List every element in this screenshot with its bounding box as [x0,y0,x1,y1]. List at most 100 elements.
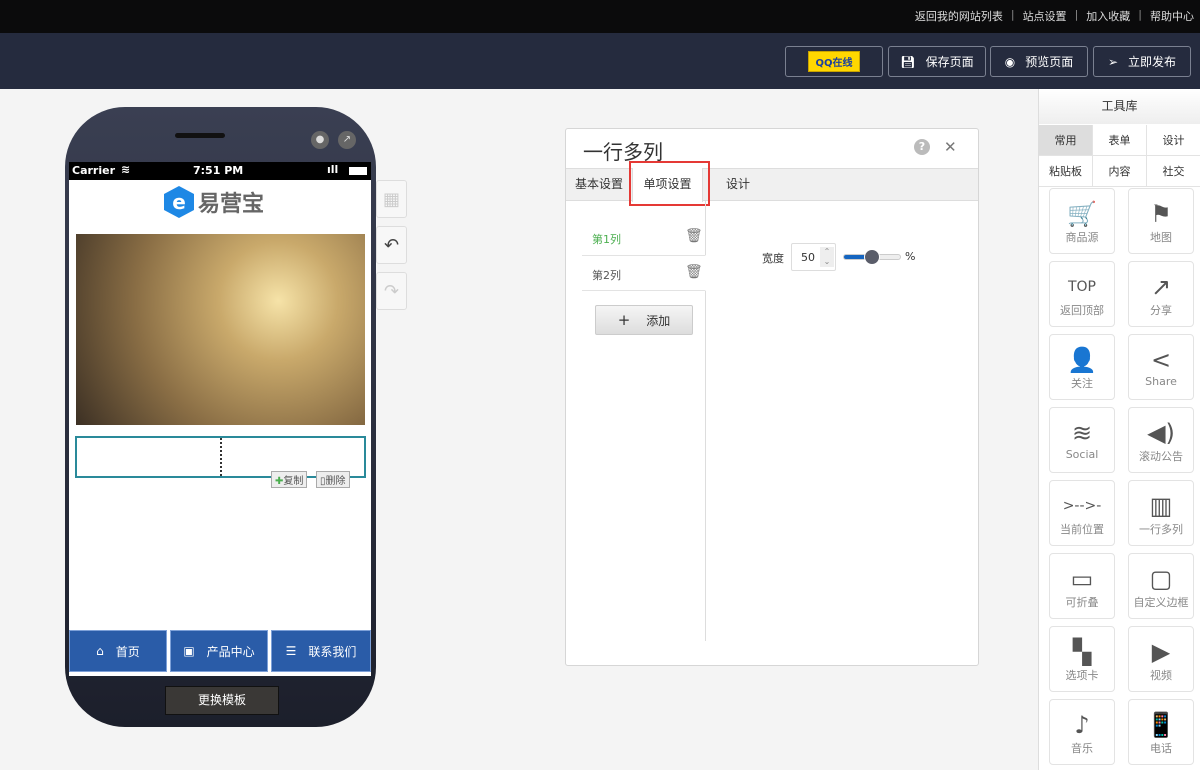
battery-icon [349,167,367,175]
tool-item[interactable]: ≋ Social [1049,407,1115,473]
tool-item[interactable]: TOP 返回顶部 [1049,261,1115,327]
tool-item[interactable]: ▭ 可折叠 [1049,553,1115,619]
change-template-button[interactable]: 更换模板 [165,686,279,715]
tool-icon: TOP [1067,279,1096,295]
phone-screen: Carrier ≋ 7:51 PM ıll e 易营宝 ✚复制 ▯删除 ⌂ 首页 … [69,162,371,676]
qq-label: QQ在线 [808,51,860,72]
qq-online-button[interactable]: QQ在线 [785,46,883,77]
publish-button[interactable]: ➢ 立即发布 [1093,46,1191,77]
list-icon: ☰ [285,644,297,658]
width-label: 宽度 [762,252,784,265]
signal-icon: ıll [327,163,339,176]
slider-handle[interactable] [864,249,880,265]
chart-icon[interactable]: ↗ [338,131,356,149]
tool-item[interactable]: ♪ 音乐 [1049,699,1115,765]
tool-category-tab[interactable]: 设计 [1147,125,1200,156]
tool-category-tab[interactable]: 表单 [1093,125,1147,156]
tool-icon: < [1150,346,1172,374]
tool-icon: 📱 [1146,711,1176,739]
preview-page-button[interactable]: ◉ 预览页面 [990,46,1088,77]
width-input[interactable]: 50 ⌃ ⌄ [791,243,836,271]
tab-basic-settings[interactable]: 基本设置 [575,168,623,201]
tool-item[interactable]: >-->- 当前位置 [1049,480,1115,546]
stepper-icon[interactable]: ⌃ ⌄ [820,247,834,267]
tool-library: 工具库 常用 表单 设计 粘贴板 内容 社交 🛒 商品源 ⚑ 地图 TOP 返回顶部 ↗ 分享 👤 关注 < S… [1038,89,1200,770]
width-slider[interactable] [843,249,901,265]
add-column-button[interactable]: + 添加 [595,305,693,335]
qr-code-button[interactable]: ▦ [376,180,407,218]
tool-label: 关注 [1071,377,1093,390]
tool-label: 返回顶部 [1060,304,1104,317]
nav-contact[interactable]: ☰ 联系我们 [271,630,371,672]
delete-label: 删除 [325,476,346,487]
tool-label: 滚动公告 [1139,450,1183,463]
tool-item[interactable]: ⚑ 地图 [1128,188,1194,254]
save-page-button[interactable]: 💾︎ 保存页面 [888,46,986,77]
tab-design[interactable]: 设计 [726,168,750,201]
add-label: 添加 [646,313,671,328]
tool-item[interactable]: ▢ 自定义边框 [1128,553,1194,619]
tool-item[interactable]: 🛒 商品源 [1049,188,1115,254]
tool-label: 选项卡 [1065,669,1099,682]
tool-category-tab[interactable]: 社交 [1147,156,1200,187]
column-item-1[interactable]: 第1列 🗑︎ [582,219,705,255]
delete-button[interactable]: ▯删除 [316,471,350,488]
copy-label: 复制 [283,476,304,487]
link-help[interactable]: 帮助中心 [1150,8,1194,24]
help-icon[interactable]: ? [914,139,930,155]
tool-category-tab[interactable]: 粘贴板 [1039,156,1093,187]
tool-item[interactable]: 👤 关注 [1049,334,1115,400]
column-divider [220,438,222,476]
tool-icon: ▭ [1070,565,1094,593]
tool-item[interactable]: ↗ 分享 [1128,261,1194,327]
logo-text: 易营宝 [198,192,265,217]
tool-icon: ♪ [1074,711,1090,739]
nav-products[interactable]: ▣ 产品中心 [170,630,268,672]
tab-bar [566,168,978,201]
redo-button[interactable]: ↷ [376,272,407,310]
tool-label: 一行多列 [1139,523,1183,536]
link-bookmark[interactable]: 加入收藏 [1086,8,1130,24]
publish-label: 立即发布 [1128,55,1177,69]
status-bar: Carrier ≋ 7:51 PM ıll [69,162,371,180]
tool-item[interactable]: < Share [1128,334,1194,400]
nav-label: 联系我们 [308,644,357,659]
carrier: Carrier [72,164,116,177]
tool-category-tab[interactable]: 常用 [1039,125,1093,156]
close-icon[interactable]: ✕ [944,138,957,156]
clock: 7:51 PM [193,164,244,177]
tool-label: 电话 [1150,742,1172,755]
tool-label: 可折叠 [1065,596,1099,609]
link-site-settings[interactable]: 站点设置 [1023,8,1067,24]
trash-icon[interactable]: 🗑︎ [685,264,703,280]
link-site-list[interactable]: 返回我的网站列表 [915,8,1003,24]
tool-icon: ◀) [1147,419,1175,447]
phone-preview: ● ↗ Carrier ≋ 7:51 PM ıll e 易营宝 ✚复制 ▯删除 … [65,107,376,727]
undo-button[interactable]: ↶ [376,226,407,264]
preview-label: 预览页面 [1025,55,1074,69]
nav-label: 产品中心 [206,644,255,659]
copy-button[interactable]: ✚复制 [271,471,308,488]
tool-label: Social [1065,448,1099,461]
tool-icon: ↗ [1150,273,1172,301]
tool-icon: ▶ [1151,638,1171,666]
tool-item[interactable]: ◀) 滚动公告 [1128,407,1194,473]
tool-label: Share [1145,375,1177,388]
tool-category-tab[interactable]: 内容 [1093,156,1147,187]
tool-item[interactable]: ▶ 视频 [1128,626,1194,692]
gallery-icon: ▣ [183,644,195,658]
tool-item[interactable]: ▚ 选项卡 [1049,626,1115,692]
column-item-2[interactable]: 第2列 🗑︎ [582,255,706,291]
tool-label: 音乐 [1071,742,1093,755]
home-icon: ⌂ [96,644,104,658]
site-logo: e 易营宝 [164,186,264,218]
wechat-icon[interactable]: ● [311,131,329,149]
plus-icon: + [617,311,631,329]
tool-icon: ▢ [1149,565,1173,593]
trash-icon[interactable]: 🗑︎ [685,228,703,244]
tool-item[interactable]: ▥ 一行多列 [1128,480,1194,546]
tool-item[interactable]: 📱 电话 [1128,699,1194,765]
column-label: 第2列 [592,269,621,282]
tool-label: 视频 [1150,669,1172,682]
nav-home[interactable]: ⌂ 首页 [69,630,167,672]
